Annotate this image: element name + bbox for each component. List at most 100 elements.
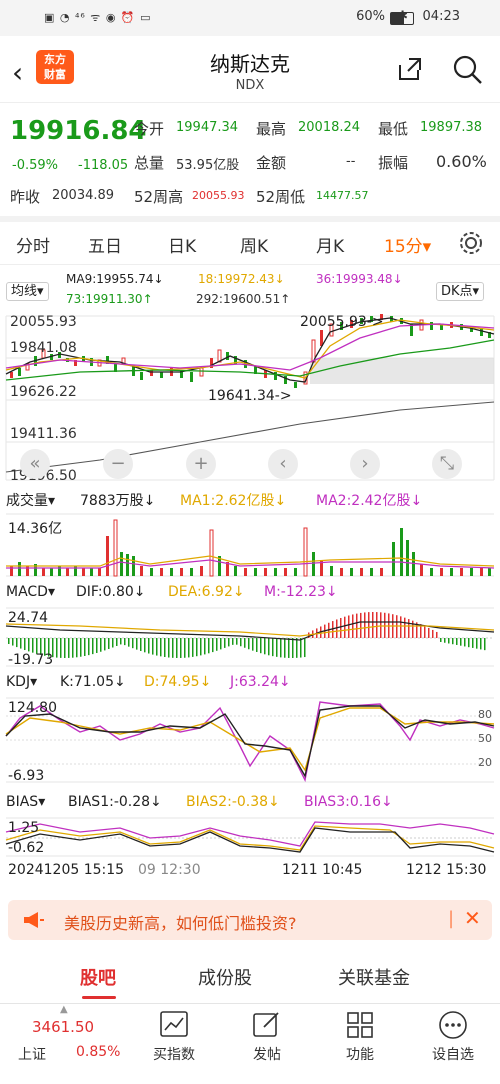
- macd-histogram-bar: [240, 638, 242, 647]
- bottom-content-tabs: 股吧 成份股 关联基金: [0, 958, 500, 1002]
- ma-selector[interactable]: 均线▾: [6, 280, 49, 301]
- price-axis-2: 19841.08: [10, 340, 77, 356]
- search-icon[interactable]: [452, 54, 484, 86]
- macd-histogram-bar: [8, 638, 10, 644]
- macd-histogram-bar: [136, 638, 138, 650]
- kdj-selector[interactable]: KDJ▾: [6, 674, 37, 690]
- macd-histogram-bar: [132, 638, 134, 649]
- macd-histogram-bar: [340, 617, 342, 638]
- tab-15min[interactable]: 15分▾: [384, 232, 431, 257]
- macd-histogram-bar: [168, 638, 170, 658]
- volume-value: 7883万股↓: [80, 493, 156, 509]
- scroll-left-fast-button[interactable]: «: [20, 449, 50, 479]
- macd-histogram-bar: [276, 638, 278, 657]
- sh-index-pct[interactable]: 0.85%: [76, 1044, 120, 1060]
- macd-histogram-bar: [272, 638, 274, 657]
- divider: [0, 264, 500, 265]
- status-icons: ▣ ◔ ⁴⁶ ᯤ ◉ ⏰ ▭: [44, 11, 152, 24]
- time-axis-start-b: 09 12:30: [138, 862, 201, 878]
- macd-histogram-bar: [300, 638, 302, 658]
- tab-weekly-k[interactable]: 周K: [240, 232, 268, 257]
- tab-daily-k[interactable]: 日K: [168, 232, 196, 257]
- macd-histogram-bar: [88, 638, 90, 656]
- macd-histogram-bar: [216, 638, 218, 651]
- macd-histogram-bar: [84, 638, 86, 657]
- chart-trend-icon[interactable]: [159, 1010, 189, 1040]
- macd-selector[interactable]: MACD▾: [6, 584, 55, 600]
- ma18-value: 18:19972.43↓: [198, 272, 285, 286]
- amount-value: --: [346, 154, 356, 169]
- sh-index-price[interactable]: 3461.50: [32, 1018, 94, 1036]
- more-dots-icon[interactable]: [438, 1010, 468, 1040]
- macd-histogram-bar: [72, 638, 74, 658]
- tab-guba[interactable]: 股吧: [80, 964, 116, 990]
- dk-point-selector[interactable]: DK点▾: [436, 280, 485, 301]
- macd-histogram-bar: [184, 638, 186, 658]
- macd-histogram-bar: [268, 638, 270, 656]
- macd-histogram-bar: [460, 638, 462, 646]
- macd-histogram-bar: [252, 638, 254, 651]
- macd-histogram-bar: [372, 612, 374, 638]
- settings-gear-icon[interactable]: [458, 230, 484, 256]
- amount-label: 金额: [256, 154, 287, 172]
- buy-index-label[interactable]: 买指数: [139, 1044, 209, 1064]
- scroll-left-button[interactable]: ‹: [268, 449, 298, 479]
- function-label[interactable]: 功能: [325, 1044, 395, 1064]
- macd-histogram-bar: [284, 638, 286, 658]
- macd-histogram-bar: [24, 638, 26, 651]
- macd-histogram-bar: [128, 638, 130, 647]
- macd-histogram-bar: [368, 612, 370, 638]
- tab-five-day[interactable]: 五日: [88, 232, 122, 257]
- bias-selector[interactable]: BIAS▾: [6, 794, 45, 810]
- macd-histogram-bar: [432, 629, 434, 638]
- scroll-right-button[interactable]: ›: [350, 449, 380, 479]
- share-icon[interactable]: [397, 56, 423, 82]
- zoom-in-button[interactable]: +: [186, 449, 216, 479]
- promo-banner[interactable]: 美股历史新高，如何低门槛投资? | ✕: [8, 900, 492, 940]
- macd-histogram-bar: [60, 638, 62, 658]
- post-label[interactable]: 发帖: [232, 1044, 302, 1064]
- macd-histogram-bar: [480, 638, 482, 650]
- prev-close-value: 20034.89: [52, 188, 115, 203]
- macd-histogram-bar: [400, 616, 402, 638]
- volume-label: 总量: [134, 154, 165, 172]
- macd-histogram-bar: [440, 638, 442, 642]
- volume-ma1: MA1:2.62亿股↓: [180, 493, 287, 509]
- volume-selector[interactable]: 成交量▾: [6, 490, 55, 510]
- macd-histogram-bar: [380, 612, 382, 638]
- macd-histogram-bar: [200, 638, 202, 656]
- macd-histogram-bar: [264, 638, 266, 655]
- kdj-ref-80: 80: [478, 708, 492, 721]
- clock: 04:23: [422, 9, 460, 24]
- macd-histogram-bar: [292, 638, 294, 658]
- macd-histogram-bar: [448, 638, 450, 644]
- add-watchlist-label[interactable]: 设自选: [418, 1044, 488, 1064]
- price-axis-1: 20055.93: [10, 314, 77, 330]
- macd-axis-bottom: -19.73: [8, 652, 54, 668]
- macd-histogram-bar: [444, 638, 446, 643]
- macd-histogram-bar: [364, 612, 366, 638]
- sh-index-name[interactable]: 上证: [18, 1044, 46, 1064]
- edit-post-icon[interactable]: [252, 1010, 282, 1040]
- kdj-axis-bottom: -6.93: [8, 768, 45, 784]
- macd-histogram-bar: [244, 638, 246, 648]
- tab-constituents[interactable]: 成份股: [198, 964, 252, 990]
- high-label: 最高: [256, 120, 287, 138]
- zoom-out-button[interactable]: −: [103, 449, 133, 479]
- macd-histogram-bar: [104, 638, 106, 651]
- week52-low-value: 14477.57: [316, 189, 369, 202]
- macd-histogram-bar: [260, 638, 262, 654]
- fullscreen-button[interactable]: ⤡: [432, 449, 462, 479]
- macd-histogram-bar: [64, 638, 66, 658]
- macd-histogram-bar: [156, 638, 158, 656]
- macd-histogram-bar: [232, 638, 234, 645]
- ma73-value: 73:19911.30↑: [66, 292, 153, 306]
- close-icon[interactable]: ✕: [464, 906, 481, 930]
- tab-intraday[interactable]: 分时: [16, 232, 50, 257]
- price-axis-3: 19626.22: [10, 384, 77, 400]
- function-grid-icon[interactable]: [345, 1010, 375, 1040]
- macd-histogram-bar: [16, 638, 18, 648]
- tab-related-funds[interactable]: 关联基金: [338, 964, 410, 990]
- macd-axis-top: 24.74: [8, 610, 49, 626]
- tab-monthly-k[interactable]: 月K: [316, 232, 344, 257]
